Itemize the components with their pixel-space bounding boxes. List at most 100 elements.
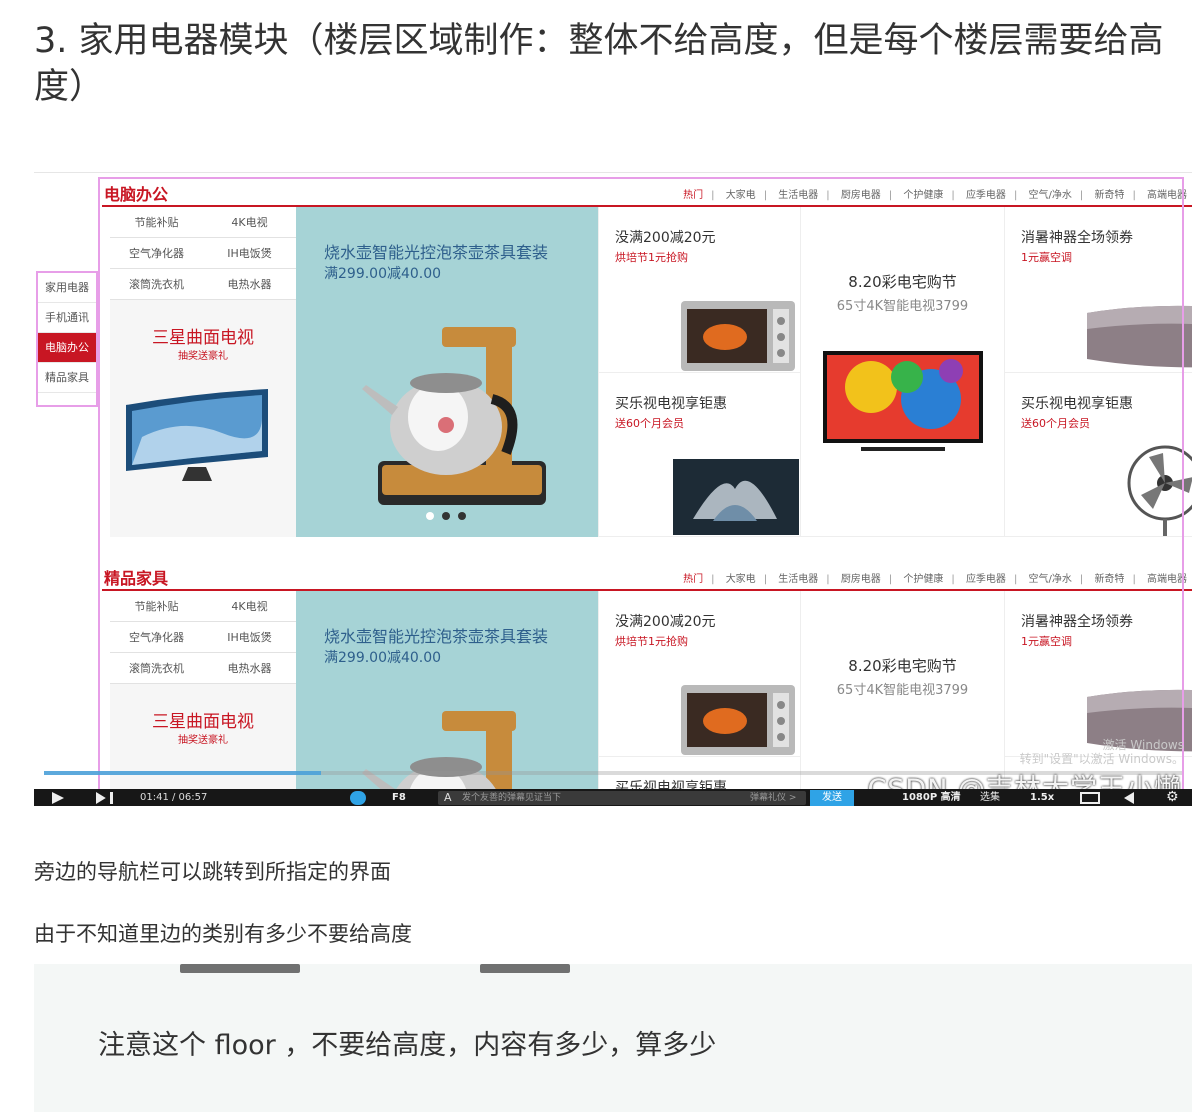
carousel-dot[interactable] — [426, 512, 434, 520]
cell-subtitle: 65寸4K智能电视3799 — [836, 299, 969, 314]
promo-title[interactable]: 三星曲面电视 — [110, 707, 296, 732]
carousel-dot[interactable] — [442, 512, 450, 520]
danmaku-setting-button[interactable]: F8 — [392, 791, 406, 805]
speed-button[interactable]: 1.5x — [1030, 791, 1054, 805]
smart-tv-image — [823, 351, 983, 451]
curved-tv-image — [126, 389, 268, 481]
cell-subtitle: 烘培节1元抢购 — [615, 635, 688, 648]
side-nav-item-phones[interactable]: 手机通讯 — [38, 303, 96, 333]
floor-header: 精品家具 热门 | 大家电 | 生活电器 | 厨房电器 | 个护健康 | 应季电器 | 空气… — [102, 561, 1192, 591]
cell-subtitle: 送60个月会员 — [615, 417, 684, 430]
tab-seasonal[interactable]: 应季电器 — [966, 574, 1006, 585]
promo-title[interactable]: 三星曲面电视 — [110, 323, 296, 348]
danmaku-toggle-icon[interactable] — [350, 791, 366, 805]
product-cell-letv[interactable]: 买乐视电视享钜惠 送60个月会员 — [598, 373, 800, 537]
quality-button[interactable]: 1080P 高清 — [902, 791, 961, 805]
carousel-banner[interactable]: 烧水壶智能光控泡茶壶茶具套装 满299.00减40.00 — [296, 207, 598, 537]
tab-seasonal[interactable]: 应季电器 — [966, 190, 1006, 201]
floor-tabs: 热门 | 大家电 | 生活电器 | 厨房电器 | 个护健康 | 应季电器 | 空气/净水 | … — [683, 574, 1187, 585]
category-link[interactable]: 空气净化器 — [110, 622, 203, 653]
tab-hot[interactable]: 热门 — [683, 574, 703, 585]
tab-hot[interactable]: 热门 — [683, 190, 703, 201]
side-nav-item-appliances[interactable]: 家用电器 — [38, 273, 96, 303]
tab-personal-care[interactable]: 个护健康 — [903, 190, 943, 201]
category-link[interactable]: 滚筒洗衣机 — [110, 653, 203, 684]
danmaku-etiquette-link[interactable]: 弹幕礼仪 > — [750, 789, 796, 806]
category-link[interactable]: 节能补贴 — [110, 207, 203, 238]
category-grid: 节能补贴 4K电视 空气净化器 IH电饭煲 滚筒洗衣机 电热水器 — [110, 591, 296, 684]
play-icon[interactable] — [52, 792, 64, 804]
banner-subtitle: 满299.00减40.00 — [324, 266, 442, 282]
promo-subtitle: 抽奖送豪礼 — [178, 351, 228, 362]
tab-kitchen-appliances[interactable]: 厨房电器 — [841, 190, 881, 201]
tab-high-end[interactable]: 高端电器 — [1147, 190, 1187, 201]
product-cell-aircon[interactable]: 消暑神器全场领券 1元赢空调 — [1004, 207, 1192, 373]
banner-subtitle: 满299.00减40.00 — [324, 650, 442, 666]
category-link[interactable]: 电热水器 — [203, 653, 296, 684]
floor-computers: 电脑办公 热门 | 大家电 | 生活电器 | 厨房电器 | 个护健康 | 应季电器 | 空气… — [102, 177, 1192, 561]
tab-novelty[interactable]: 新奇特 — [1094, 574, 1124, 585]
paragraph-nav: 旁边的导航栏可以跳转到所指定的界面 — [34, 860, 391, 884]
send-danmaku-button[interactable]: 发送 — [810, 790, 854, 806]
paragraph-height: 由于不知道里边的类别有多少不要给高度 — [34, 922, 412, 946]
side-nav-item-furniture[interactable]: 精品家具 — [38, 363, 96, 393]
category-link[interactable]: IH电饭煲 — [203, 622, 296, 653]
product-cell-tv-festival[interactable]: 8.20彩电宅购节 65寸4K智能电视3799 — [800, 207, 1004, 537]
category-link[interactable]: 节能补贴 — [110, 591, 203, 622]
category-link[interactable]: 滚筒洗衣机 — [110, 269, 203, 300]
cell-title: 8.20彩电宅购节 — [848, 273, 957, 291]
category-link[interactable]: 4K电视 — [203, 207, 296, 238]
cell-subtitle: 烘培节1元抢购 — [615, 251, 688, 264]
banner-title: 烧水壶智能光控泡茶壶茶具套装 — [324, 243, 549, 262]
danmaku-style-icon[interactable]: A — [444, 789, 452, 806]
product-cell-fan[interactable]: 买乐视电视享钜惠 送60个月会员 — [1004, 373, 1192, 537]
promo-subtitle: 抽奖送豪礼 — [178, 735, 228, 746]
category-link[interactable]: 4K电视 — [203, 591, 296, 622]
tab-large-appliances[interactable]: 大家电 — [726, 574, 756, 585]
product-cell-aircon[interactable]: 消暑神器全场领券 1元赢空调 — [1004, 591, 1192, 757]
video-player[interactable]: 家用电器 手机通讯 电脑办公 精品家具 电脑办公 热门 | 大家电 | 生活电器 | … — [34, 172, 1192, 806]
tab-air-water[interactable]: 空气/净水 — [1029, 190, 1072, 201]
progress-bar-played[interactable] — [44, 771, 321, 775]
cell-title: 没满200减20元 — [615, 614, 716, 630]
carousel-dots — [426, 512, 466, 520]
tab-living-appliances[interactable]: 生活电器 — [778, 190, 818, 201]
next-icon[interactable] — [96, 792, 106, 804]
volume-icon[interactable] — [1124, 792, 1134, 804]
product-cell-oven[interactable]: 没满200减20元 烘培节1元抢购 — [598, 591, 800, 757]
next-icon-bar — [110, 792, 113, 804]
product-cell-oven[interactable]: 没满200减20元 烘培节1元抢购 — [598, 207, 800, 373]
oven-image — [681, 301, 795, 371]
category-link[interactable]: 电热水器 — [203, 269, 296, 300]
tab-high-end[interactable]: 高端电器 — [1147, 574, 1187, 585]
floor-tabs: 热门 | 大家电 | 生活电器 | 厨房电器 | 个护健康 | 应季电器 | 空气/净水 | … — [683, 190, 1187, 201]
article-heading: 3. 家用电器模块（楼层区域制作：整体不给高度，但是每个楼层需要给高度） — [34, 21, 1164, 107]
fan-image — [1127, 445, 1192, 536]
floor-header: 电脑办公 热门 | 大家电 | 生活电器 | 厨房电器 | 个护健康 | 应季电器 | 空气… — [102, 177, 1192, 207]
tab-personal-care[interactable]: 个护健康 — [903, 574, 943, 585]
cell-subtitle: 送60个月会员 — [1021, 417, 1090, 430]
episodes-button[interactable]: 选集 — [980, 791, 1000, 805]
settings-gear-icon[interactable]: ⚙ — [1166, 790, 1179, 804]
category-link[interactable]: IH电饭煲 — [203, 238, 296, 269]
tab-kitchen-appliances[interactable]: 厨房电器 — [841, 574, 881, 585]
cell-title: 8.20彩电宅购节 — [848, 657, 957, 675]
category-grid: 节能补贴 4K电视 空气净化器 IH电饭煲 滚筒洗衣机 电热水器 — [110, 207, 296, 300]
tab-large-appliances[interactable]: 大家电 — [726, 190, 756, 201]
web-fullscreen-icon[interactable] — [1080, 792, 1100, 804]
cell-title: 消暑神器全场领券 — [1021, 614, 1133, 630]
carousel-dot[interactable] — [458, 512, 466, 520]
note-text: 注意这个 floor ，不要给高度，内容有多少，算多少 — [98, 1030, 717, 1061]
tab-novelty[interactable]: 新奇特 — [1094, 190, 1124, 201]
banner-title: 烧水壶智能光控泡茶壶茶具套装 — [324, 627, 549, 646]
cell-subtitle: 65寸4K智能电视3799 — [836, 683, 969, 698]
tab-living-appliances[interactable]: 生活电器 — [778, 574, 818, 585]
cell-subtitle: 1元赢空调 — [1021, 251, 1072, 264]
letv-tv-image — [673, 459, 799, 535]
side-nav-item-computers[interactable]: 电脑办公 — [38, 333, 96, 363]
air-conditioner-image — [1087, 305, 1192, 368]
category-link[interactable]: 空气净化器 — [110, 238, 203, 269]
floor-left-column: 节能补贴 4K电视 空气净化器 IH电饭煲 滚筒洗衣机 电热水器 三星曲面电视 … — [110, 207, 296, 537]
tab-air-water[interactable]: 空气/净水 — [1029, 574, 1072, 585]
cropped-text-fragment — [180, 964, 580, 976]
